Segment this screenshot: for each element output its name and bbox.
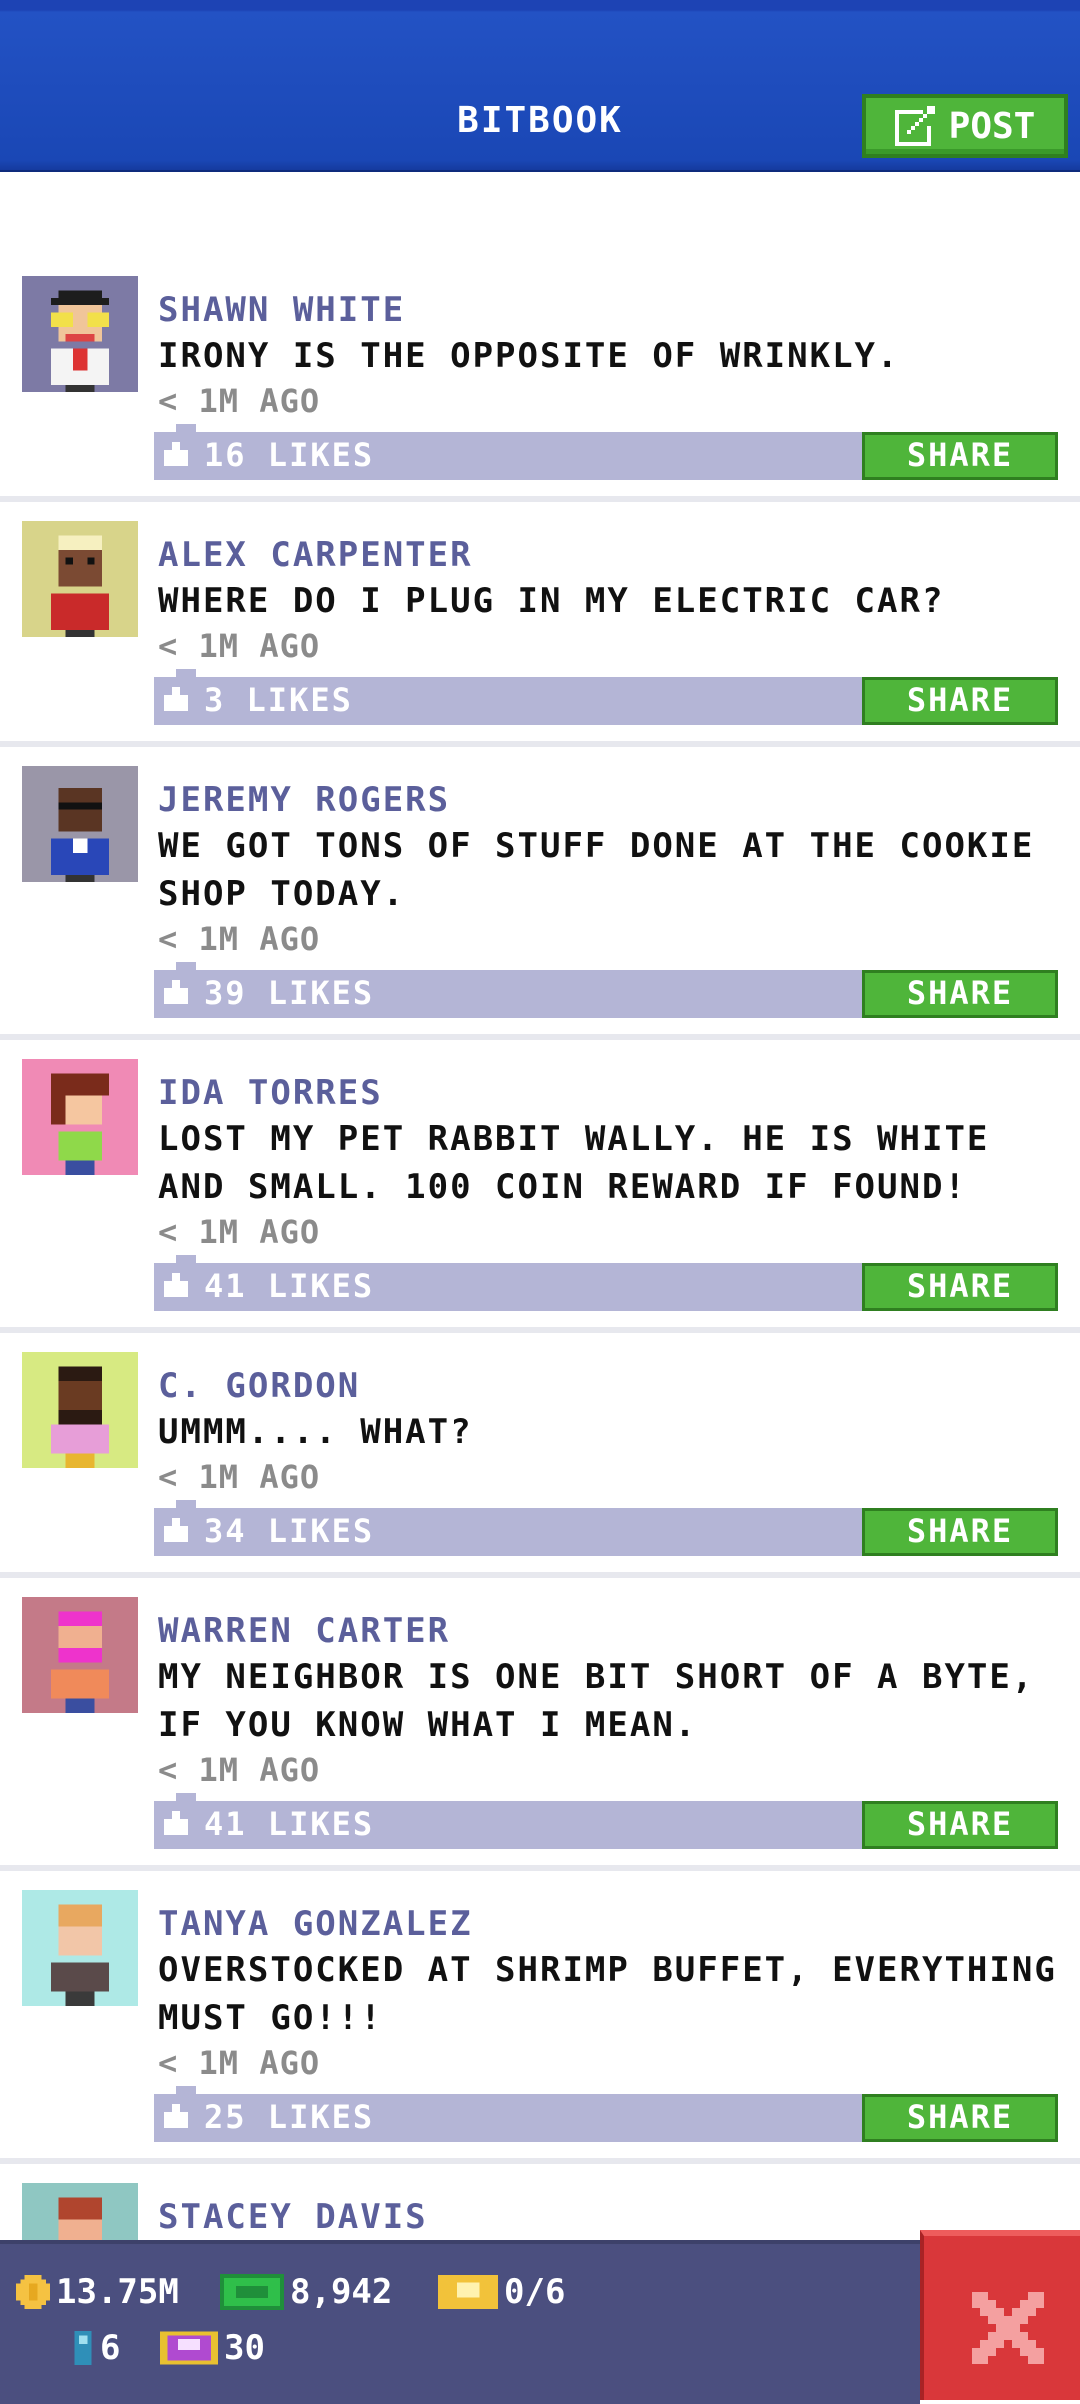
post-author[interactable]: IDA TORRES [158, 1073, 383, 1113]
status-bar: 13.75M 8,942 0/6 6 30 [0, 2240, 920, 2404]
avatar[interactable] [22, 766, 138, 882]
post-author[interactable]: WARREN CARTER [158, 1611, 450, 1651]
coins-stat: 13.75M [16, 2272, 179, 2312]
coins-value: 13.75M [56, 2272, 179, 2312]
like-icon[interactable] [164, 980, 188, 1004]
share-button[interactable]: SHARE [862, 677, 1058, 725]
post-message: WHERE DO I PLUG IN MY ELECTRIC CAR? [158, 581, 945, 621]
post-author[interactable]: ALEX CARPENTER [158, 535, 473, 575]
like-bar: 39 LIKES SHARE [154, 970, 1058, 1018]
post-author[interactable]: JEREMY ROGERS [158, 780, 450, 820]
like-icon[interactable] [164, 1273, 188, 1297]
gem-icon [160, 2331, 218, 2365]
post-message: MY NEIGHBOR IS ONE BIT SHORT OF A BYTE, … [158, 1657, 1035, 1745]
like-icon[interactable] [164, 1518, 188, 1542]
like-bar: 41 LIKES SHARE [154, 1801, 1058, 1849]
close-button[interactable] [920, 2230, 1080, 2400]
like-bar: 34 LIKES SHARE [154, 1508, 1058, 1556]
compose-icon [894, 106, 935, 146]
post-time: < 1M AGO [158, 382, 321, 420]
like-count: 3 LIKES [204, 681, 353, 719]
bitizens-value: 6 [100, 2328, 121, 2368]
bitizen-icon [74, 2331, 92, 2365]
like-count: 41 LIKES [204, 1267, 375, 1305]
post-author[interactable]: STACEY DAVIS [158, 2197, 428, 2237]
share-button[interactable]: SHARE [862, 1508, 1058, 1556]
avatar[interactable] [22, 276, 138, 392]
share-button[interactable]: SHARE [862, 1263, 1058, 1311]
like-bar: 3 LIKES SHARE [154, 677, 1058, 725]
like-bar: 16 LIKES SHARE [154, 432, 1058, 480]
avatar[interactable] [22, 1059, 138, 1175]
avatar[interactable] [22, 1890, 138, 2006]
bux-icon [220, 2274, 284, 2310]
like-count: 34 LIKES [204, 1512, 375, 1550]
like-icon[interactable] [164, 2104, 188, 2128]
coin-icon [16, 2275, 50, 2309]
avatar[interactable] [22, 1352, 138, 1468]
tickets-value: 0/6 [504, 2272, 566, 2312]
post-time: < 1M AGO [158, 2044, 321, 2082]
post-time: < 1M AGO [158, 1213, 321, 1251]
post-button[interactable]: POST [862, 94, 1068, 158]
like-count: 25 LIKES [204, 2098, 375, 2136]
post-author[interactable]: C. GORDON [158, 1366, 360, 1406]
like-icon[interactable] [164, 687, 188, 711]
bux-stat: 8,942 [220, 2272, 392, 2312]
post-message: WE GOT TONS OF STUFF DONE AT THE COOKIE … [158, 826, 1035, 914]
post-message: UMMM.... WHAT? [158, 1412, 473, 1452]
like-icon[interactable] [164, 1811, 188, 1835]
like-count: 16 LIKES [204, 436, 375, 474]
like-bar: 41 LIKES SHARE [154, 1263, 1058, 1311]
post-message: OVERSTOCKED AT SHRIMP BUFFET, EVERYTHING… [158, 1950, 1057, 2038]
post-button-label: POST [948, 105, 1036, 147]
avatar[interactable] [22, 521, 138, 637]
share-button[interactable]: SHARE [862, 1801, 1058, 1849]
like-count: 41 LIKES [204, 1805, 375, 1843]
post-time: < 1M AGO [158, 1458, 321, 1496]
app-header: BITBOOK POST [0, 0, 1080, 172]
post-time: < 1M AGO [158, 627, 321, 665]
post-author[interactable]: TANYA GONZALEZ [158, 1904, 473, 1944]
bitizens-stat: 6 [72, 2328, 120, 2368]
tickets-stat: 0/6 [438, 2272, 565, 2312]
bux-value: 8,942 [290, 2272, 393, 2312]
close-icon [972, 2292, 1044, 2364]
gems-value: 30 [224, 2328, 265, 2368]
share-button[interactable]: SHARE [862, 970, 1058, 1018]
post-author[interactable]: SHAWN WHITE [158, 290, 405, 330]
ticket-icon [438, 2275, 498, 2309]
post-time: < 1M AGO [158, 1751, 321, 1789]
share-button[interactable]: SHARE [862, 2094, 1058, 2142]
post-message: IRONY IS THE OPPOSITE OF WRINKLY. [158, 336, 900, 376]
like-bar: 25 LIKES SHARE [154, 2094, 1058, 2142]
like-icon[interactable] [164, 442, 188, 466]
gems-stat: 30 [160, 2328, 265, 2368]
avatar[interactable] [22, 1597, 138, 1713]
like-count: 39 LIKES [204, 974, 375, 1012]
post-time: < 1M AGO [158, 920, 321, 958]
post-message: LOST MY PET RABBIT WALLY. HE IS WHITE AN… [158, 1119, 990, 1207]
share-button[interactable]: SHARE [862, 432, 1058, 480]
